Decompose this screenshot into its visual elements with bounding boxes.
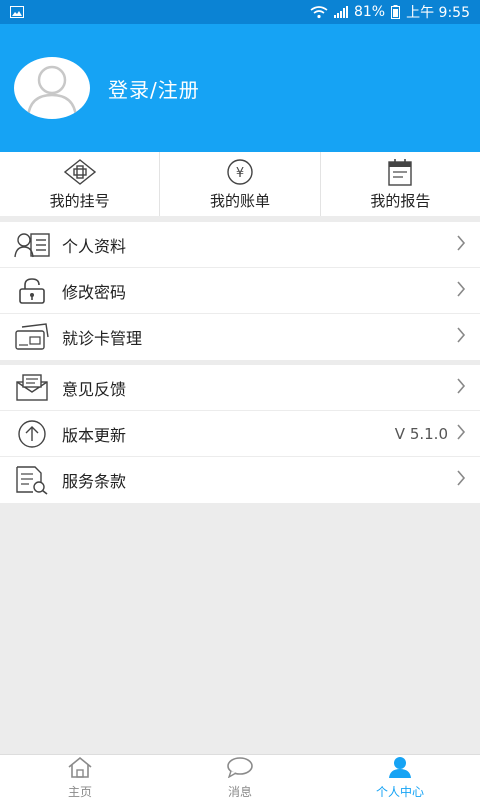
menu-item-version-update[interactable]: 版本更新 V 5.1.0 [0,411,480,457]
menu-item-feedback[interactable]: 意见反馈 [0,365,480,411]
tab-home[interactable]: 主页 [0,755,160,800]
chevron-right-icon [456,423,466,444]
menu-item-card-management[interactable]: 就诊卡管理 [0,314,480,360]
menu-label: 版本更新 [62,425,127,445]
menu-group-app: 意见反馈 版本更新 V 5.1.0 服务条款 [0,365,480,503]
menu-label: 意见反馈 [62,379,127,399]
quick-label: 我的挂号 [49,191,110,210]
user-icon [388,756,412,782]
menu-group-account: 个人资料 修改密码 就诊卡管理 [0,222,480,360]
avatar[interactable] [14,57,90,119]
lock-icon [14,276,50,306]
menu-item-profile[interactable]: 个人资料 [0,222,480,268]
report-icon [388,158,413,186]
my-bill-button[interactable]: ¥ 我的账单 [160,152,321,216]
menu-label: 就诊卡管理 [62,329,143,348]
chevron-right-icon [456,377,466,398]
menu-label: 服务条款 [62,472,127,491]
terms-document-icon [14,465,50,495]
login-register-link[interactable]: 登录/注册 [108,74,200,103]
bottom-tab-bar: 主页 消息 个人中心 [0,754,480,800]
card-icon [14,322,50,352]
chevron-right-icon [456,327,466,347]
home-icon [67,756,93,782]
tab-label: 个人中心 [375,784,424,799]
menu-label: 个人资料 [62,236,127,256]
bill-icon: ¥ [226,158,254,186]
chevron-right-icon [456,470,466,490]
chevron-right-icon [456,234,466,255]
update-arrow-icon [14,419,50,449]
menu-label: 修改密码 [62,282,127,302]
registration-icon [63,158,96,186]
tab-label: 消息 [227,784,252,799]
clock: 上午 9:55 [406,5,470,21]
battery-percent: 81% [353,4,386,20]
quick-label: 我的报告 [370,191,431,210]
quick-actions: 我的挂号 ¥ 我的账单 我的报告 [0,152,480,216]
gallery-notification-icon [10,6,24,18]
default-user-icon [26,65,78,117]
svg-text:¥: ¥ [236,166,244,181]
profile-header: 登录/注册 [0,24,480,152]
tab-messages[interactable]: 消息 [160,755,320,800]
version-value: V 5.1.0 [394,424,448,443]
battery-icon [391,5,401,19]
menu-item-change-password[interactable]: 修改密码 [0,268,480,314]
tab-label: 主页 [67,784,92,799]
feedback-mail-icon [14,373,50,403]
status-bar: 81% 上午 9:55 [0,0,480,24]
profile-card-icon [14,230,50,260]
chevron-right-icon [456,280,466,301]
signal-icon [333,6,348,18]
message-icon [226,756,254,782]
my-report-button[interactable]: 我的报告 [321,152,480,216]
quick-label: 我的账单 [209,191,270,210]
wifi-icon [310,5,328,19]
my-registration-button[interactable]: 我的挂号 [0,152,161,216]
menu-item-terms[interactable]: 服务条款 [0,457,480,503]
tab-personal-center[interactable]: 个人中心 [320,755,480,800]
